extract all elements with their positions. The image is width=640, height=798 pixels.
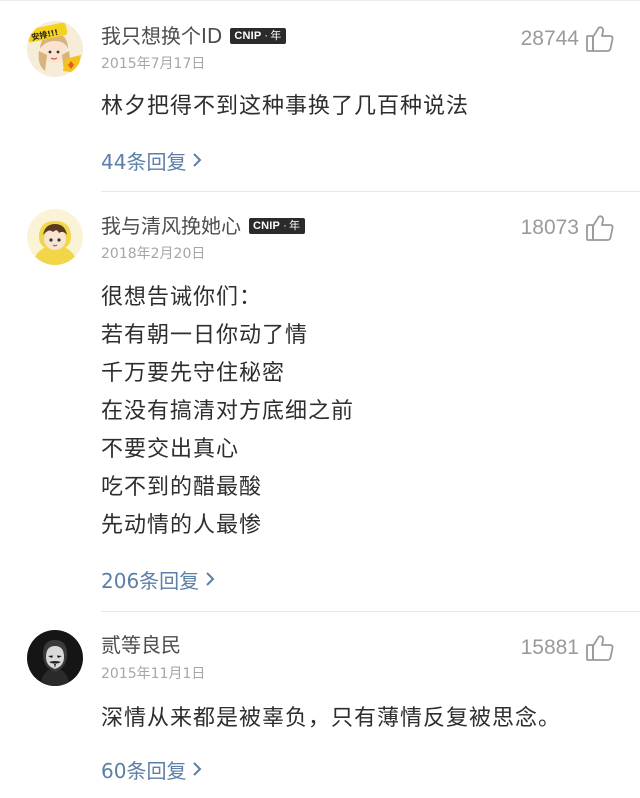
comment-line: 若有朝一日你动了情 <box>101 323 309 348</box>
vip-badge-ip: IP <box>250 30 262 42</box>
comment-date: 2018年2月20日 <box>101 246 206 262</box>
reply-count-label: 44条回复 <box>101 149 187 174</box>
user-row: 贰等良民 <box>101 629 181 661</box>
username[interactable]: 我与清风挽她心 <box>101 210 241 242</box>
comment-line: 千万要先守住秘密 <box>101 361 286 386</box>
comment-item: 安排!!! 我只想换个ID CN IP · 年 2015年7月17日 28744 林… <box>0 0 640 192</box>
chevron-right-icon <box>206 572 215 586</box>
comment-date: 2015年11月1日 <box>101 666 206 682</box>
view-replies-link[interactable]: 60条回复 <box>101 755 202 783</box>
avatar[interactable]: 安排!!! <box>27 21 83 77</box>
vip-badge[interactable]: CN IP · 年 <box>230 28 287 44</box>
vip-badge-ip: IP <box>269 220 281 232</box>
comment-date: 2015年7月17日 <box>101 56 206 72</box>
username[interactable]: 我只想换个ID <box>101 20 222 52</box>
view-replies-link[interactable]: 206条回复 <box>101 565 215 593</box>
username[interactable]: 贰等良民 <box>101 629 181 661</box>
comment-line: 深情从来都是被辜负，只有薄情反复被思念。 <box>101 706 562 731</box>
like-button[interactable]: 28744 <box>521 21 615 57</box>
comment-text: 深情从来都是被辜负，只有薄情反复被思念。 <box>101 700 620 738</box>
vip-badge-year: 年 <box>270 30 282 42</box>
comment-text: 很想告诫你们： 若有朝一日你动了情 千万要先守住秘密 在没有搞清对方底细之前 不… <box>101 279 620 545</box>
like-button[interactable]: 18073 <box>521 210 615 246</box>
vip-badge-year: 年 <box>288 220 301 232</box>
reply-count-label: 60条回复 <box>101 758 187 783</box>
comment-line: 先动情的人最惨 <box>101 513 263 538</box>
user-row: 我与清风挽她心 CN IP · 年 <box>101 210 306 242</box>
view-replies-link[interactable]: 44条回复 <box>101 146 202 174</box>
comment-line: 不要交出真心 <box>101 437 240 462</box>
comment-line: 很想告诫你们： <box>101 285 263 310</box>
comment-line: 林夕把得不到这种事换了几百种说法 <box>101 94 470 119</box>
like-count: 28744 <box>520 27 579 50</box>
vip-badge-cn: CN <box>234 30 251 42</box>
chevron-right-icon <box>193 153 202 167</box>
comment-line: 在没有搞清对方底细之前 <box>101 399 355 424</box>
avatar[interactable] <box>27 209 83 265</box>
comment-text: 林夕把得不到这种事换了几百种说法 <box>101 88 620 126</box>
reply-count-label: 206条回复 <box>101 568 200 593</box>
thumbs-up-icon[interactable] <box>585 214 615 242</box>
thumbs-up-icon[interactable] <box>585 25 615 53</box>
thumbs-up-icon[interactable] <box>585 634 615 662</box>
comment-line: 吃不到的醋最酸 <box>101 475 263 500</box>
vip-badge-sep: · <box>283 220 287 232</box>
vip-badge[interactable]: CN IP · 年 <box>249 218 306 234</box>
vip-badge-cn: CN <box>253 220 270 232</box>
vip-badge-sep: · <box>264 30 269 42</box>
chevron-right-icon <box>193 762 202 776</box>
user-row: 我只想换个ID CN IP · 年 <box>101 20 287 52</box>
comment-item: 贰等良民 2015年11月1日 15881 深情从来都是被辜负，只有薄情反复被思… <box>0 612 640 798</box>
like-count: 18073 <box>520 216 579 239</box>
comment-item: 我与清风挽她心 CN IP · 年 2018年2月20日 18073 很想告诫你们：… <box>0 192 640 612</box>
like-count: 15881 <box>520 636 579 659</box>
avatar[interactable] <box>27 630 83 686</box>
like-button[interactable]: 15881 <box>521 630 615 666</box>
